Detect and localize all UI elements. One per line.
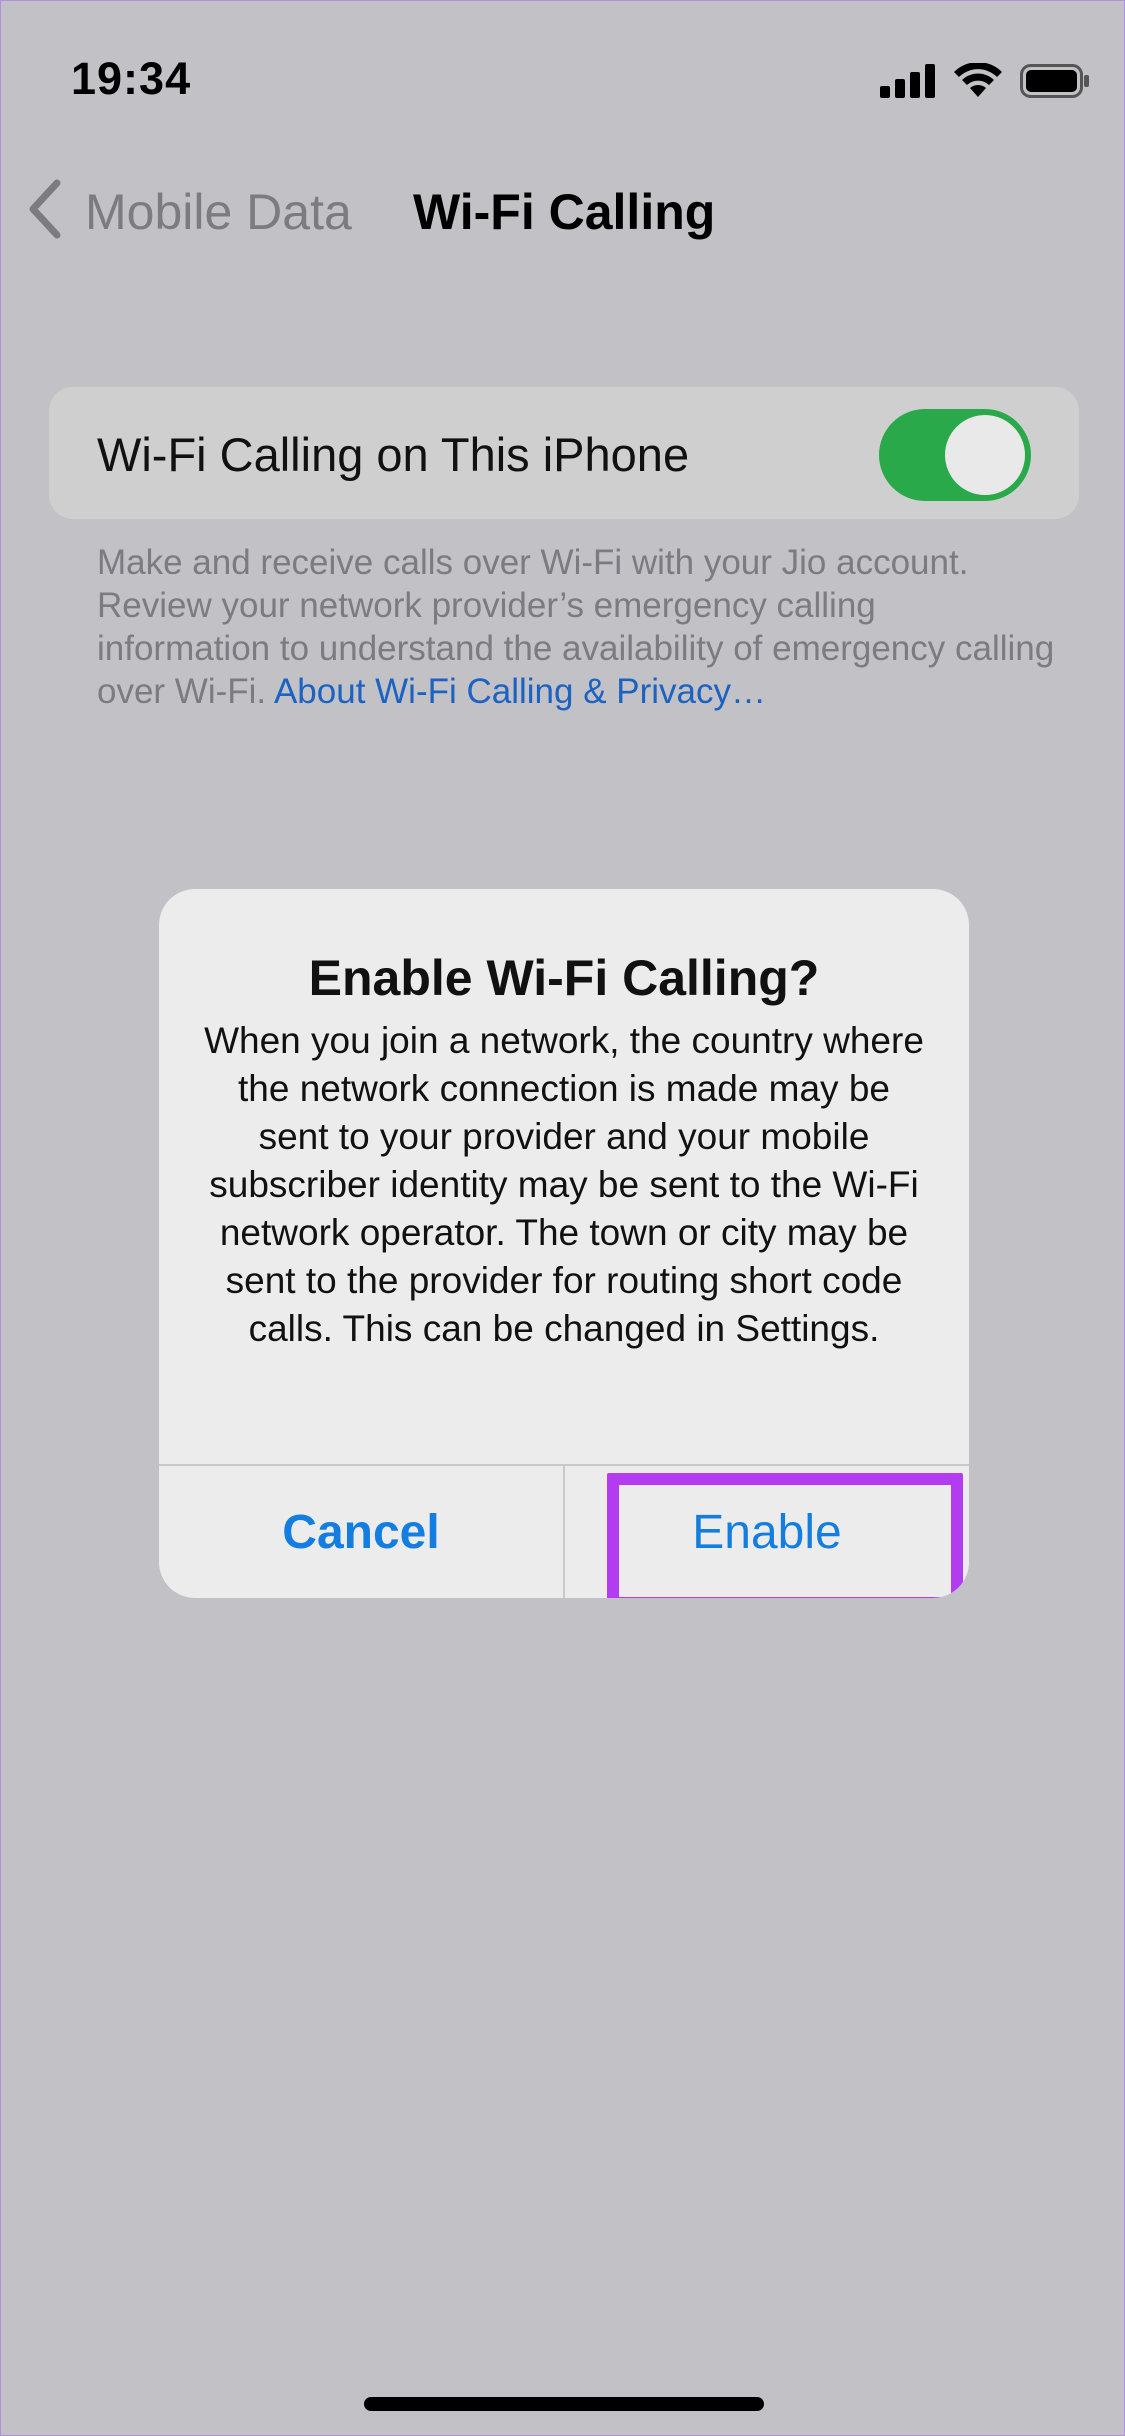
back-button-label: Mobile Data — [85, 183, 352, 240]
alert-message: When you join a network, the country whe… — [204, 1020, 924, 1349]
status-time: 19:34 — [71, 53, 192, 104]
chevron-left-icon — [25, 179, 65, 244]
wifi-icon — [954, 62, 1002, 104]
settings-footer: Make and receive calls over Wi-Fi with y… — [97, 541, 1057, 713]
status-icons — [880, 62, 1090, 104]
home-indicator[interactable] — [364, 2397, 764, 2411]
about-wifi-calling-link[interactable]: About Wi-Fi Calling & Privacy… — [274, 672, 766, 711]
battery-icon — [1020, 64, 1090, 103]
cancel-button[interactable]: Cancel — [159, 1466, 563, 1598]
cellular-signal-icon — [880, 64, 936, 103]
alert-dialog: Enable Wi-Fi Calling? When you join a ne… — [159, 889, 969, 1598]
wifi-calling-row-label: Wi-Fi Calling on This iPhone — [97, 428, 690, 481]
enable-highlight-box — [607, 1473, 963, 1598]
screen: 19:34 Mobile Data Wi-Fi Calling Wi-Fi Ca… — [0, 0, 1125, 2436]
settings-group: Wi-Fi Calling on This iPhone — [49, 387, 1079, 519]
back-button[interactable]: Mobile Data — [25, 179, 352, 244]
alert-title: Enable Wi-Fi Calling? — [308, 950, 820, 1006]
page-title: Wi-Fi Calling — [413, 184, 716, 240]
wifi-calling-toggle[interactable] — [879, 409, 1031, 501]
toggle-knob — [945, 415, 1025, 495]
